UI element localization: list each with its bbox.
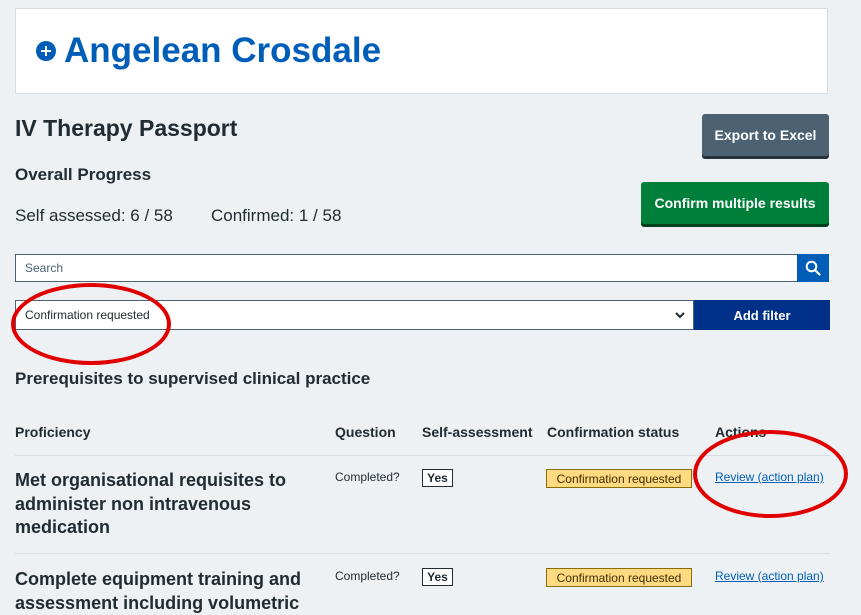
self-assessment-badge: Yes (422, 469, 453, 487)
filter-select[interactable]: Confirmation requested (15, 300, 694, 330)
divider (15, 455, 830, 456)
review-action-plan-link[interactable]: Review (action plan) (715, 470, 824, 484)
search-input[interactable] (15, 254, 798, 282)
header-actions: Actions (715, 424, 767, 440)
confirm-multiple-button[interactable]: Confirm multiple results (641, 182, 829, 224)
proficiency-name: Complete equipment training and assessme… (15, 569, 302, 613)
header-proficiency: Proficiency (15, 424, 91, 440)
header-self-assessment: Self-assessment (422, 424, 533, 440)
question-text: Completed? (335, 470, 400, 484)
search-button[interactable] (797, 254, 829, 282)
header-confirmation-status: Confirmation status (547, 424, 680, 440)
header-question: Question (335, 424, 396, 440)
chevron-down-icon (675, 312, 685, 319)
name-card: Angelean Crosdale (15, 8, 828, 94)
proficiency-name: Met organisational requisites to adminis… (15, 470, 287, 537)
add-filter-button[interactable]: Add filter (694, 300, 830, 330)
person-name: Angelean Crosdale (64, 31, 382, 70)
confirmed-count: Confirmed: 1 / 58 (211, 206, 342, 225)
export-excel-button[interactable]: Export to Excel (702, 114, 829, 156)
divider (15, 553, 830, 554)
section-title: Prerequisites to supervised clinical pra… (15, 369, 371, 388)
search-icon (805, 260, 821, 276)
plus-circle-icon[interactable] (36, 41, 56, 61)
progress-heading: Overall Progress (15, 165, 152, 184)
review-action-plan-link[interactable]: Review (action plan) (715, 569, 824, 583)
self-assessment-badge: Yes (422, 568, 453, 586)
filter-selected-value: Confirmation requested (25, 308, 150, 322)
question-text: Completed? (335, 569, 400, 583)
page-title: IV Therapy Passport (15, 115, 238, 141)
confirmation-status-tag: Confirmation requested (546, 469, 692, 488)
confirmation-status-tag: Confirmation requested (546, 568, 692, 587)
self-assessed-count: Self assessed: 6 / 58 (15, 206, 173, 225)
